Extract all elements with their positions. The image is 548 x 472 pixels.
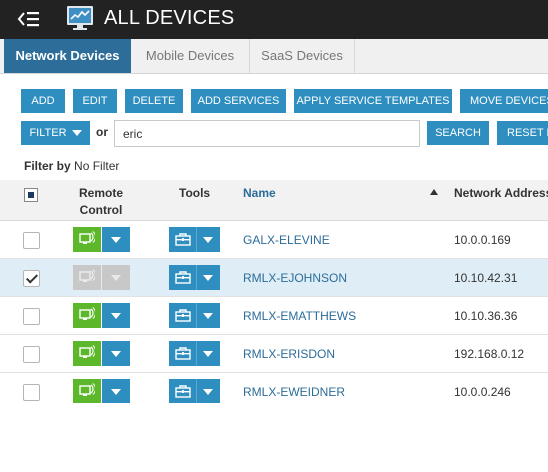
device-name-link[interactable]: RMLX-EJOHNSON: [243, 271, 347, 285]
network-address: 192.168.0.12: [454, 347, 525, 361]
toolbox-icon: [175, 271, 191, 284]
reset-filter-button[interactable]: RESET FILTER: [497, 121, 548, 145]
tools-dropdown[interactable]: [196, 227, 220, 252]
remote-control-icon: [79, 345, 95, 358]
or-label: or: [96, 125, 108, 139]
network-address: 10.10.42.31: [454, 271, 518, 285]
column-remote-control[interactable]: Remote Control: [70, 186, 132, 217]
toolbox-icon: [175, 347, 191, 360]
filter-by-label: Filter by: [24, 159, 71, 173]
remote-label-line2: Control: [79, 203, 123, 217]
remote-control-icon: [79, 383, 95, 396]
delete-button[interactable]: DELETE: [125, 89, 183, 113]
menu-collapse-icon[interactable]: [16, 9, 42, 29]
remote-control-button[interactable]: [73, 227, 101, 252]
tab-mobile-devices[interactable]: Mobile Devices: [131, 39, 250, 73]
tools-button[interactable]: [169, 265, 197, 290]
table-row[interactable]: RMLX-EMATTHEWS 10.10.36.36: [0, 297, 548, 335]
tools-dropdown[interactable]: [196, 341, 220, 366]
tab-saas-devices[interactable]: SaaS Devices: [250, 39, 355, 73]
device-name-link[interactable]: RMLX-ERISDON: [243, 347, 335, 361]
toolbox-icon: [175, 385, 191, 398]
remote-control-button[interactable]: [73, 303, 101, 328]
remote-control-icon: [79, 307, 95, 320]
tools-button[interactable]: [169, 303, 197, 328]
remote-control-dropdown[interactable]: [102, 341, 130, 366]
tools-button[interactable]: [169, 379, 197, 404]
row-checkbox[interactable]: [23, 308, 40, 325]
tools-button[interactable]: [169, 341, 197, 366]
add-services-button[interactable]: ADD SERVICES: [191, 89, 286, 113]
page-title: ALL DEVICES: [104, 7, 235, 29]
chevron-down-icon: [111, 389, 121, 395]
row-checkbox[interactable]: [23, 346, 40, 363]
tab-network-devices[interactable]: Network Devices: [4, 39, 131, 73]
remote-control-icon: [79, 231, 95, 244]
row-checkbox[interactable]: [23, 232, 40, 249]
column-name[interactable]: Name: [243, 186, 276, 200]
chevron-down-icon: [203, 313, 213, 319]
remote-control-button[interactable]: [73, 341, 101, 366]
chevron-down-icon: [203, 275, 213, 281]
top-header: ALL DEVICES: [0, 0, 548, 39]
column-network-address[interactable]: Network Address: [454, 186, 548, 200]
apply-service-templates-button[interactable]: APPLY SERVICE TEMPLATES: [294, 89, 452, 113]
table-row[interactable]: RMLX-ERISDON 192.168.0.12: [0, 335, 548, 373]
remote-control-icon: [79, 269, 95, 282]
table-row[interactable]: RMLX-EJOHNSON 10.10.42.31: [0, 259, 548, 297]
chevron-down-icon: [203, 351, 213, 357]
chevron-down-icon: [71, 130, 82, 137]
tools-dropdown[interactable]: [196, 265, 220, 290]
filter-dropdown-button[interactable]: FILTER: [21, 121, 90, 145]
remote-control-button[interactable]: [73, 379, 101, 404]
remote-control-dropdown[interactable]: [102, 303, 130, 328]
remote-control-dropdown[interactable]: [102, 227, 130, 252]
table-empty-area: [0, 403, 548, 472]
device-name-link[interactable]: RMLX-EMATTHEWS: [243, 309, 356, 323]
row-checkbox[interactable]: [23, 384, 40, 401]
chevron-down-icon: [111, 237, 121, 243]
monitor-icon: [66, 4, 94, 32]
toolbox-icon: [175, 309, 191, 322]
search-button[interactable]: SEARCH: [427, 121, 489, 145]
select-all-checkbox[interactable]: [24, 188, 38, 202]
tools-dropdown[interactable]: [196, 379, 220, 404]
remote-control-dropdown: [102, 265, 130, 290]
sort-ascending-icon[interactable]: [430, 189, 438, 195]
network-address: 10.10.36.36: [454, 309, 518, 323]
add-button[interactable]: ADD: [21, 89, 65, 113]
device-name-link[interactable]: GALX-ELEVINE: [243, 233, 330, 247]
device-name-link[interactable]: RMLX-EWEIDNER: [243, 385, 345, 399]
chevron-down-icon: [203, 237, 213, 243]
remote-control-dropdown[interactable]: [102, 379, 130, 404]
move-devices-button[interactable]: MOVE DEVICES: [460, 89, 548, 113]
tools-dropdown[interactable]: [196, 303, 220, 328]
chevron-down-icon: [111, 351, 121, 357]
chevron-down-icon: [111, 275, 121, 281]
filter-by-value: No Filter: [74, 159, 120, 173]
tools-button[interactable]: [169, 227, 197, 252]
table-header: Remote Control Tools Name Network Addres…: [0, 180, 548, 221]
toolbox-icon: [175, 233, 191, 246]
column-tools[interactable]: Tools: [179, 186, 210, 200]
network-address: 10.0.0.246: [454, 385, 511, 399]
filter-status: Filter by No Filter: [24, 159, 119, 173]
filter-label: FILTER: [29, 127, 67, 139]
device-tabs: Network Devices Mobile Devices SaaS Devi…: [0, 39, 548, 74]
search-input[interactable]: [114, 120, 420, 147]
row-checkbox[interactable]: [23, 270, 40, 287]
table-row[interactable]: GALX-ELEVINE 10.0.0.169: [0, 221, 548, 259]
remote-label-line1: Remote: [78, 186, 123, 200]
network-address: 10.0.0.169: [454, 233, 511, 247]
remote-control-button: [73, 265, 101, 290]
chevron-down-icon: [203, 389, 213, 395]
chevron-down-icon: [111, 313, 121, 319]
edit-button[interactable]: EDIT: [73, 89, 117, 113]
